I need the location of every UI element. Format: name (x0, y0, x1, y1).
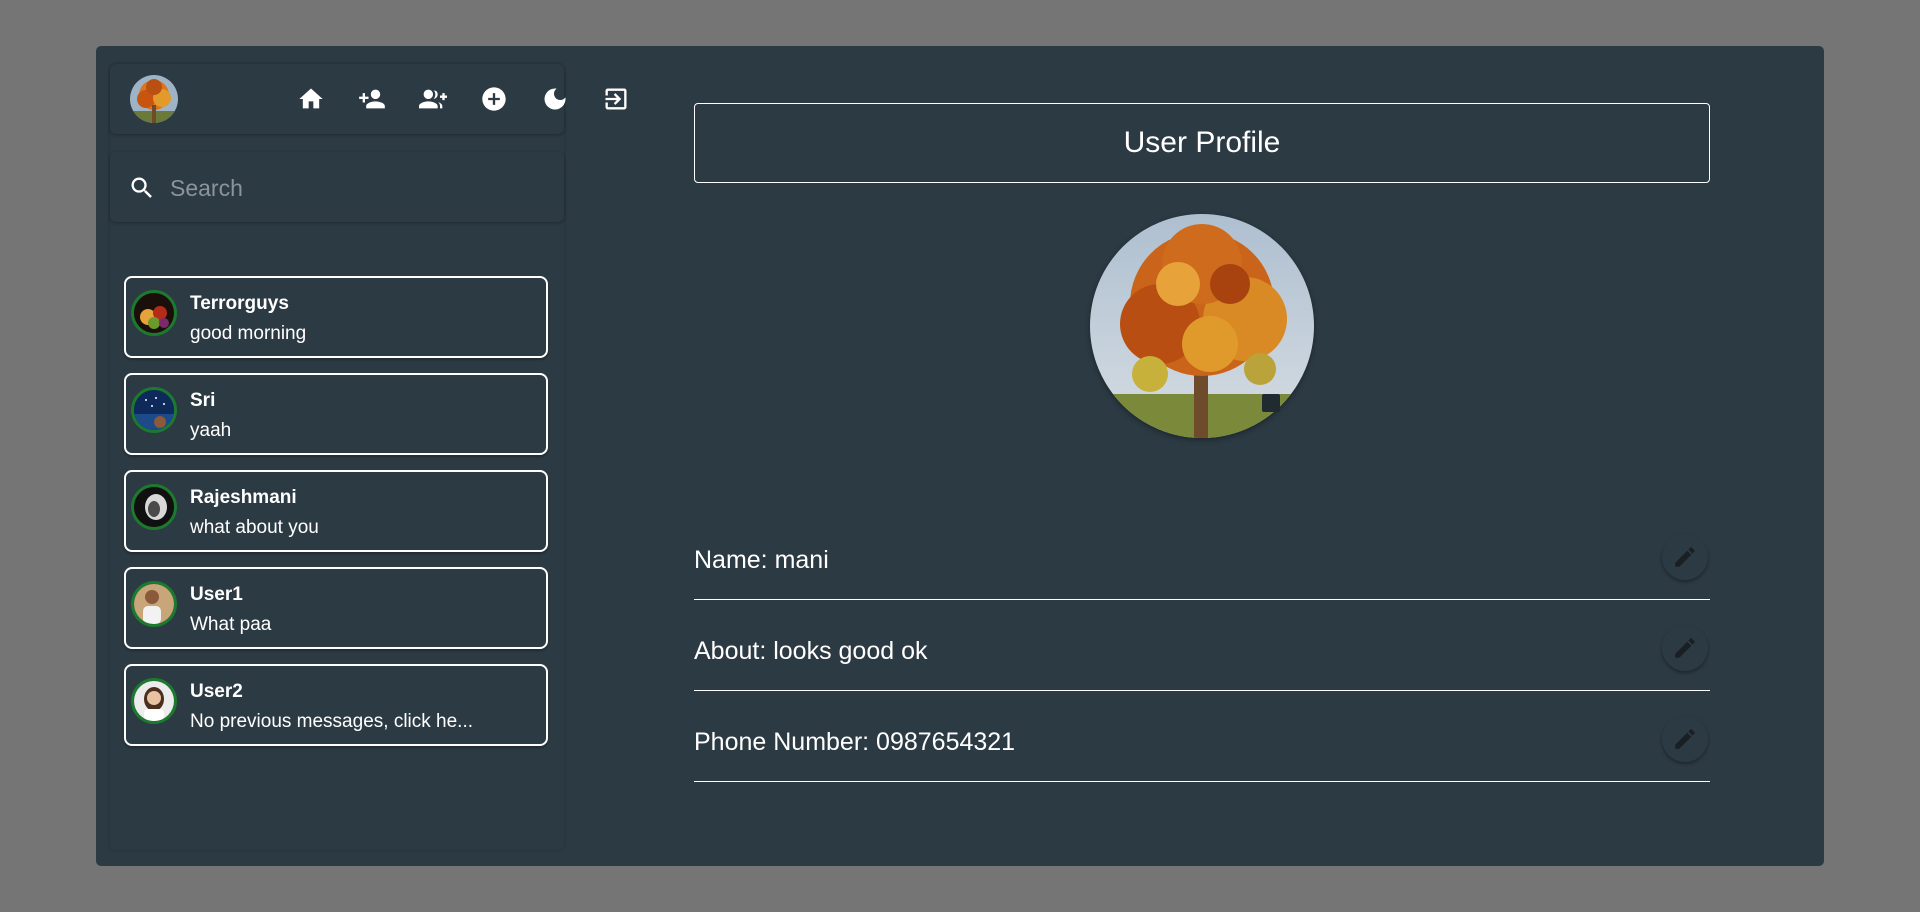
search-icon (128, 174, 156, 202)
chat-name: User1 (190, 584, 243, 605)
chat-name: User2 (190, 681, 243, 702)
chat-item-terrorguys[interactable]: Terrorguys good morning (124, 276, 548, 358)
edit-phone-button[interactable] (1662, 716, 1708, 762)
search-bar (110, 152, 564, 222)
edit-name-button[interactable] (1662, 534, 1708, 580)
field-about-label: About: looks good ok (694, 637, 928, 665)
page-title: User Profile (694, 103, 1710, 183)
dark-mode-icon[interactable] (540, 84, 570, 114)
chat-name: Terrorguys (190, 293, 289, 314)
field-phone-label: Phone Number: 0987654321 (694, 728, 1016, 756)
pencil-icon (1675, 638, 1695, 658)
pencil-icon (1675, 729, 1695, 749)
avatar (131, 581, 177, 627)
change-photo-icon[interactable] (1262, 394, 1280, 412)
chat-last-message: What paa (190, 614, 272, 635)
field-phone: Phone Number: 0987654321 (694, 702, 1710, 782)
chat-list: Terrorguys good morning Sri yaah Rajeshm… (124, 276, 552, 761)
profile-photo[interactable] (1090, 214, 1314, 438)
person-add-icon[interactable] (357, 84, 387, 114)
edit-about-button[interactable] (1662, 625, 1708, 671)
sidebar-toolbar (110, 64, 627, 134)
field-about: About: looks good ok (694, 611, 1710, 691)
avatar (131, 387, 177, 433)
logout-icon[interactable] (601, 84, 631, 114)
avatar (131, 290, 177, 336)
avatar (131, 678, 177, 724)
chat-last-message: No previous messages, click he... (190, 711, 474, 732)
app-window: Terrorguys good morning Sri ya (96, 46, 1824, 866)
field-name: Name: mani (694, 520, 1710, 600)
group-add-icon[interactable] (418, 84, 448, 114)
chat-name: Sri (190, 390, 216, 411)
chat-last-message: what about you (190, 517, 319, 538)
search-input[interactable] (168, 168, 542, 208)
add-circle-icon[interactable] (479, 84, 509, 114)
sidebar: Terrorguys good morning Sri ya (110, 64, 627, 850)
chat-last-message: yaah (190, 420, 232, 441)
avatar (131, 484, 177, 530)
chat-last-message: good morning (190, 323, 307, 344)
home-icon[interactable] (296, 84, 326, 114)
chat-item-rajeshmani[interactable]: Rajeshmani what about you (124, 470, 548, 552)
my-avatar[interactable] (130, 75, 178, 123)
field-name-label: Name: mani (694, 546, 829, 574)
chat-item-user2[interactable]: User2 No previous messages, click he... (124, 664, 548, 746)
chat-name: Rajeshmani (190, 487, 297, 508)
chat-item-user1[interactable]: User1 What paa (124, 567, 548, 649)
pencil-icon (1675, 547, 1695, 567)
chat-item-sri[interactable]: Sri yaah (124, 373, 548, 455)
